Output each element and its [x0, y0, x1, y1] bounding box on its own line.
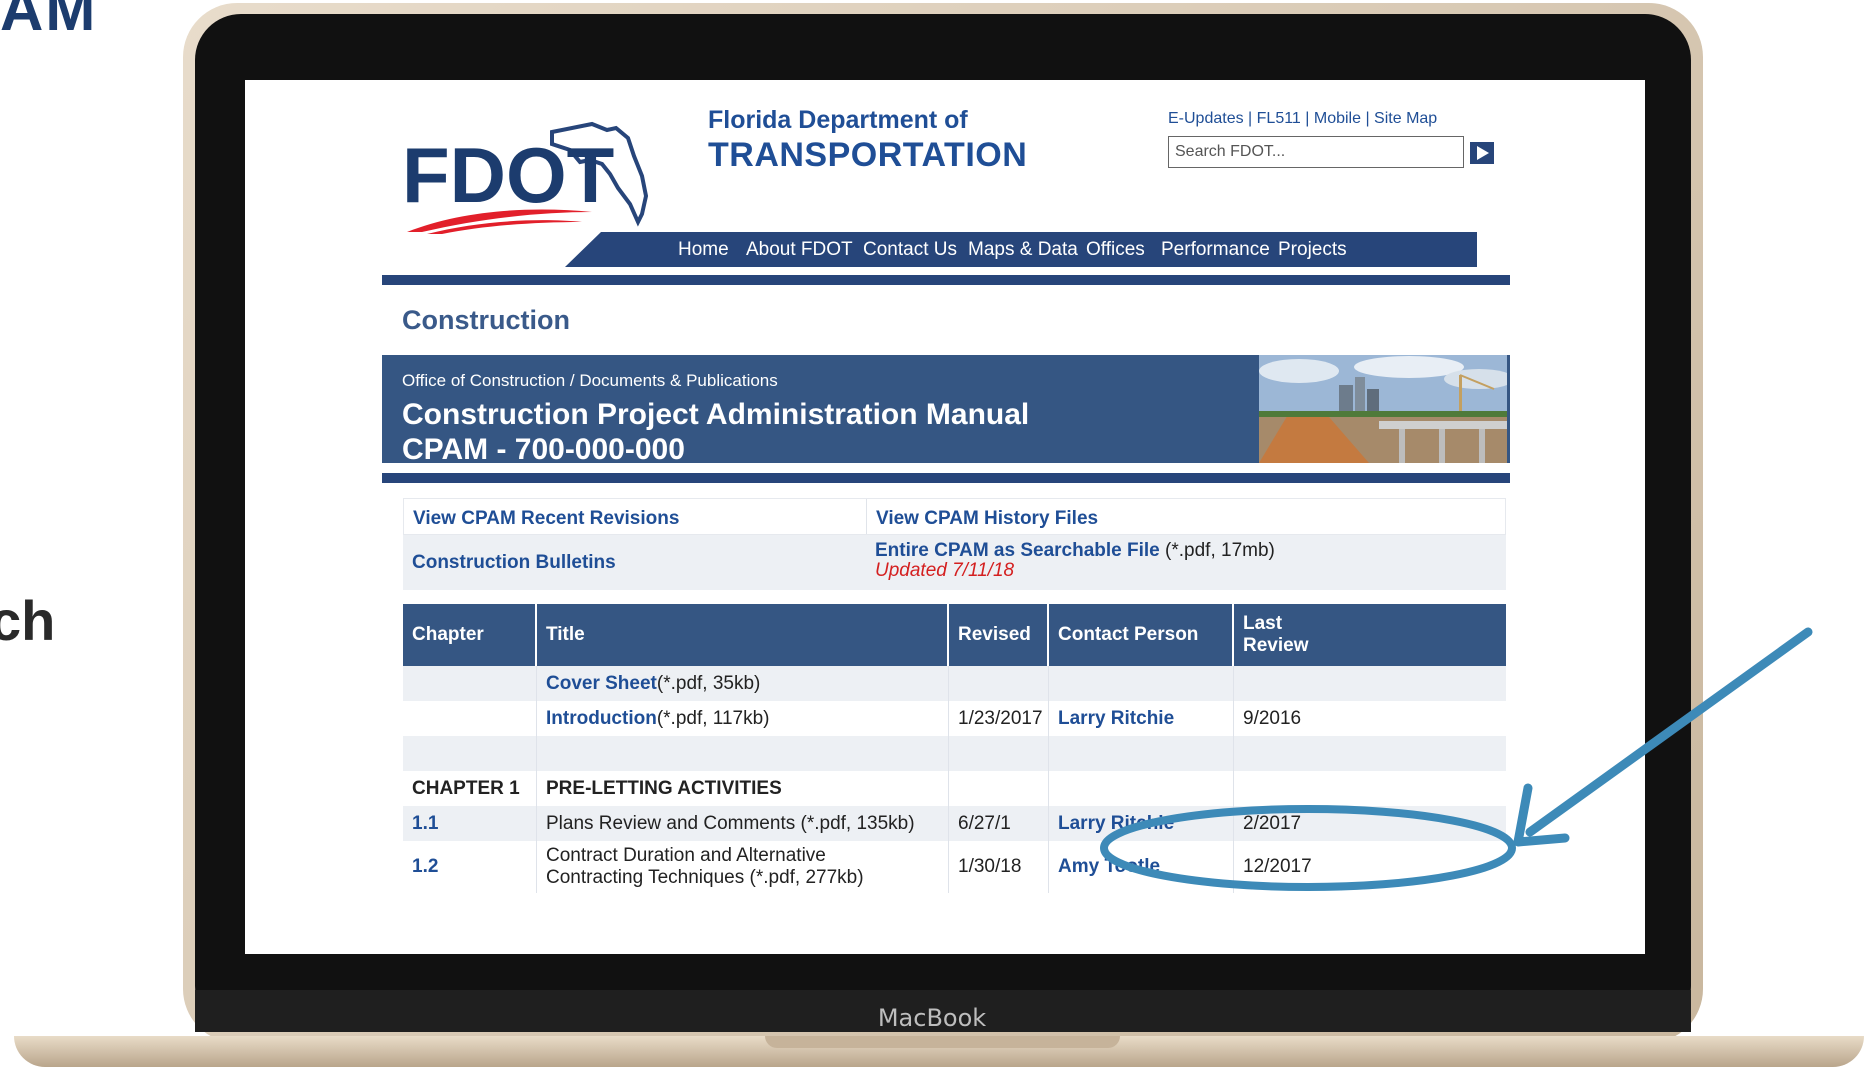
table-row	[403, 736, 1506, 771]
nav-contact[interactable]: Contact Us	[863, 239, 957, 261]
laptop-brand-label: MacBook	[877, 1004, 987, 1032]
cell-title: Introduction (*.pdf, 117kb)	[537, 701, 949, 736]
table-header: Chapter Title Revised Contact Person Las…	[403, 604, 1506, 666]
table-row: Introduction (*.pdf, 117kb) 1/23/2017 La…	[403, 701, 1506, 736]
construction-site-photo	[1259, 355, 1507, 463]
cell-divider	[866, 499, 867, 534]
file-meta: (*.pdf, 117kb)	[656, 707, 770, 729]
page-title-line1: Construction Project Administration Manu…	[402, 398, 1030, 431]
link-cover-sheet[interactable]: Cover Sheet	[546, 673, 657, 695]
cell-chapter	[403, 666, 537, 701]
cell-review: 12/2017	[1243, 856, 1312, 877]
play-arrow-icon	[1477, 146, 1489, 160]
logo-text: FDOT	[402, 131, 614, 219]
cell-review	[1234, 771, 1329, 806]
cell-review: 9/2016	[1243, 707, 1302, 729]
quick-links-row: Construction Bulletins Entire CPAM as Se…	[403, 535, 1506, 590]
updated-note: Updated 7/11/18	[875, 560, 1015, 581]
quick-links-row: View CPAM Recent Revisions View CPAM His…	[403, 498, 1506, 535]
cell-title[interactable]: Plans Review and Comments (*.pdf, 135kb)	[537, 806, 949, 841]
cell-revised: 6/27/1	[949, 806, 1049, 841]
search-submit-button[interactable]	[1470, 142, 1494, 164]
cell-contact-link[interactable]: Amy Tootle	[1049, 841, 1234, 893]
cell-title: Cover Sheet (*.pdf, 35kb)	[537, 666, 949, 701]
cell-review	[1234, 666, 1329, 701]
col-revised: Revised	[949, 604, 1049, 666]
page-banner: Office of Construction / Documents & Pub…	[382, 355, 1510, 466]
fdot-logo[interactable]: FDOT	[402, 104, 687, 234]
link-history-files[interactable]: View CPAM History Files	[876, 508, 1098, 529]
cell-title[interactable]: Contract Duration and Alternative Contra…	[537, 841, 949, 893]
laptop-notch	[765, 1036, 1120, 1048]
cell-title	[537, 736, 949, 771]
cell-revised	[949, 771, 1049, 806]
file-meta: (*.pdf, 35kb)	[656, 672, 761, 694]
cell-contact-link[interactable]: Larry Ritchie	[1049, 806, 1234, 841]
chapters-table: Chapter Title Revised Contact Person Las…	[403, 604, 1506, 893]
col-contact: Contact Person	[1049, 604, 1234, 666]
cell-revised	[949, 736, 1049, 771]
banner-divider	[382, 473, 1510, 483]
nav-home[interactable]: Home	[678, 239, 729, 261]
page-title-line2: CPAM - 700-000-000	[402, 433, 685, 466]
cell-chapter-link[interactable]: 1.2	[403, 841, 537, 893]
searchable-file-meta: (*.pdf, 17mb)	[1159, 540, 1275, 561]
browser-screen: FDOT Florida Department of TRANSPORTATIO…	[245, 80, 1645, 954]
link-bulletins[interactable]: Construction Bulletins	[412, 552, 616, 573]
section-title: Construction	[402, 305, 570, 335]
nav-about[interactable]: About FDOT	[746, 239, 853, 261]
cell-revised	[949, 666, 1049, 701]
col-last-review: Last Review	[1243, 613, 1309, 656]
cell-chapter	[403, 736, 537, 771]
utility-links[interactable]: E-Updates | FL511 | Mobile | Site Map	[1168, 110, 1437, 128]
cell-contact	[1049, 666, 1234, 701]
org-name-line1: Florida Department of	[708, 106, 968, 134]
link-introduction[interactable]: Introduction	[546, 708, 657, 730]
table-row: 1.1 Plans Review and Comments (*.pdf, 13…	[403, 806, 1506, 841]
col-title: Title	[537, 604, 949, 666]
cell-revised: 1/23/2017	[949, 701, 1049, 736]
cell-review: 2/2017	[1243, 812, 1302, 834]
link-recent-revisions[interactable]: View CPAM Recent Revisions	[413, 508, 679, 529]
table-row: Cover Sheet (*.pdf, 35kb)	[403, 666, 1506, 701]
cell-contact	[1049, 736, 1234, 771]
breadcrumb[interactable]: Office of Construction / Documents & Pub…	[402, 371, 778, 391]
nav-maps-data[interactable]: Maps & Data	[968, 239, 1078, 261]
link-searchable-file[interactable]: Entire CPAM as Searchable File	[875, 540, 1160, 561]
col-chapter: Chapter	[403, 604, 537, 666]
search-input[interactable]: Search FDOT...	[1168, 136, 1464, 168]
nav-projects[interactable]: Projects	[1278, 239, 1347, 261]
main-nav: Home About FDOT Contact Us Maps & Data O…	[565, 232, 1477, 267]
cell-title: PRE-LETTING ACTIVITIES	[537, 771, 949, 806]
header-divider	[382, 275, 1510, 285]
slide-text-fragment: ch	[0, 589, 56, 652]
cell-chapter-link[interactable]: 1.1	[403, 806, 537, 841]
org-name-line2: TRANSPORTATION	[708, 136, 1028, 174]
slide-heading-fragment: AM	[0, 0, 98, 43]
cell-revised: 1/30/18	[949, 841, 1049, 893]
cell-chapter: CHAPTER 1	[403, 771, 537, 806]
nav-performance[interactable]: Performance	[1161, 239, 1270, 261]
table-row: 1.2 Contract Duration and Alternative Co…	[403, 841, 1506, 893]
cell-chapter	[403, 701, 537, 736]
cell-contact-link[interactable]: Larry Ritchie	[1049, 701, 1234, 736]
table-row: CHAPTER 1 PRE-LETTING ACTIVITIES	[403, 771, 1506, 806]
cell-review	[1234, 736, 1329, 771]
cell-contact	[1049, 771, 1234, 806]
nav-offices[interactable]: Offices	[1086, 239, 1145, 261]
quick-links-table: View CPAM Recent Revisions View CPAM His…	[403, 498, 1506, 590]
page-title: Construction Project Administration Manu…	[402, 397, 1029, 467]
